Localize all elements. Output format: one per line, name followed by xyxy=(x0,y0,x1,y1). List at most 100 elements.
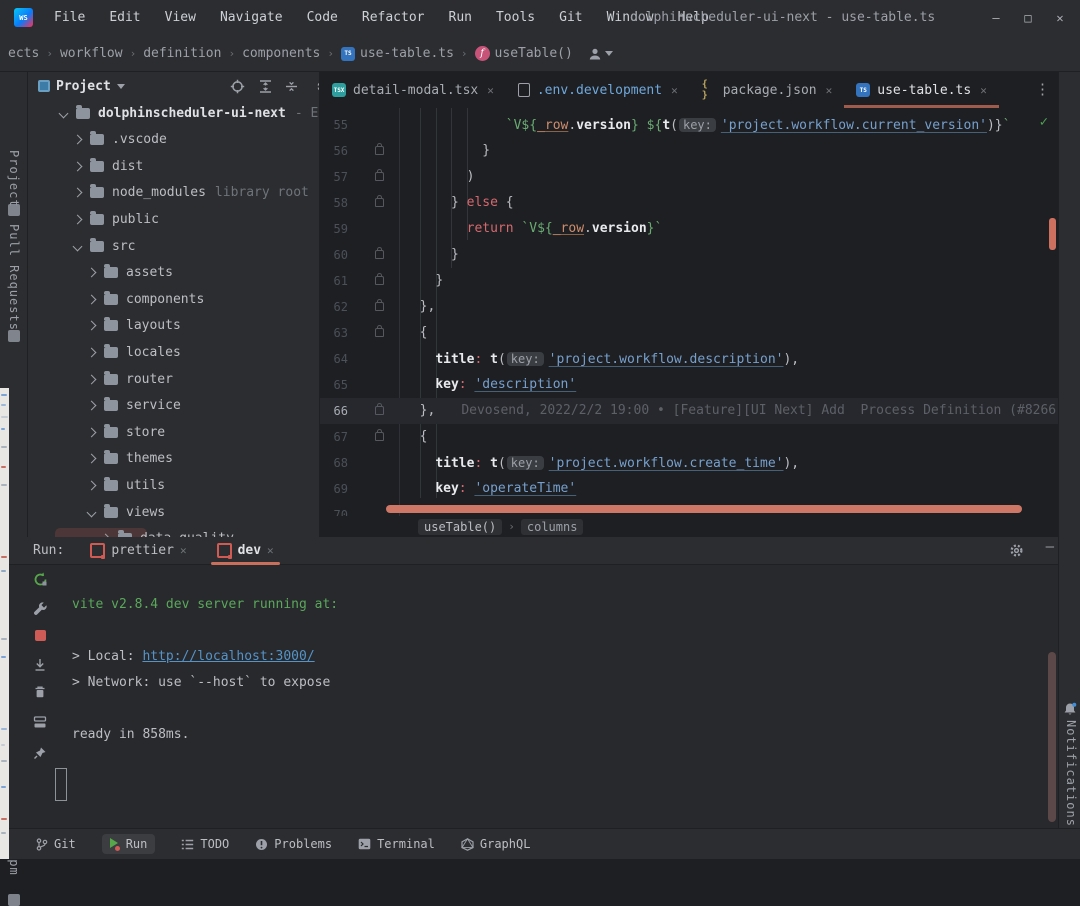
tree-item-data-quality[interactable]: data-quality xyxy=(28,526,319,537)
status-item-git[interactable]: Git xyxy=(36,837,76,851)
scroll-to-end-icon[interactable] xyxy=(31,656,49,674)
run-minimize-icon[interactable]: — xyxy=(1046,539,1054,555)
project-panel-title[interactable]: Project xyxy=(38,79,125,94)
menu-refactor[interactable]: Refactor xyxy=(350,0,437,36)
tree-item-themes[interactable]: themes xyxy=(28,446,319,472)
code-line-60[interactable]: 60 } xyxy=(320,242,1080,268)
code-line-59[interactable]: 59 return `V${_row.version}` xyxy=(320,216,1080,242)
code-viewport[interactable]: ✓ 55 `V${_row.version} ${t(key:'project.… xyxy=(320,108,1080,522)
tree-item-dist[interactable]: dist xyxy=(28,153,319,179)
status-item-todo[interactable]: TODO xyxy=(181,837,229,851)
close-tab-icon[interactable]: ✕ xyxy=(980,84,987,97)
webstorm-logo-icon[interactable]: WS xyxy=(14,8,33,27)
tree-item-assets[interactable]: assets xyxy=(28,260,319,286)
chevron-collapsed-icon[interactable] xyxy=(72,161,83,172)
console-scrollbar[interactable] xyxy=(1048,652,1056,822)
stripe-button-project[interactable]: Project xyxy=(7,150,21,208)
chevron-expanded-icon[interactable] xyxy=(86,507,97,517)
editor-tab--env-development[interactable]: .env.development ✕ xyxy=(506,72,690,108)
editor-tab-use-table-ts[interactable]: TS use-table.ts ✕ xyxy=(844,72,999,108)
breadcrumb-item[interactable]: ects xyxy=(8,46,39,61)
chevron-expanded-icon[interactable] xyxy=(58,108,69,118)
code-author-widget[interactable] xyxy=(588,47,613,61)
code-line-61[interactable]: 61 } xyxy=(320,268,1080,294)
tree-item-views[interactable]: views xyxy=(28,499,319,525)
tree-item-dolphinscheduler-ui-next[interactable]: dolphinscheduler-ui-next - E:\proje xyxy=(28,100,319,126)
code-line-63[interactable]: 63 { xyxy=(320,320,1080,346)
breadcrumb-item[interactable]: definition xyxy=(143,46,221,61)
status-item-terminal[interactable]: Terminal xyxy=(358,837,435,851)
code-line-55[interactable]: 55 `V${_row.version} ${t(key:'project.wo… xyxy=(320,112,1080,138)
run-tab-prettier[interactable]: prettier ✕ xyxy=(82,537,194,564)
tree-item-store[interactable]: store xyxy=(28,419,319,445)
code-line-56[interactable]: 56 } xyxy=(320,138,1080,164)
collapse-all-icon[interactable] xyxy=(284,79,300,95)
menu-navigate[interactable]: Navigate xyxy=(208,0,295,36)
wrench-settings-icon[interactable] xyxy=(31,599,49,617)
chevron-collapsed-icon[interactable] xyxy=(72,187,83,198)
editor-tab-detail-modal-tsx[interactable]: TSX detail-modal.tsx ✕ xyxy=(320,72,506,108)
tree-item-layouts[interactable]: layouts xyxy=(28,313,319,339)
pin-icon[interactable] xyxy=(31,744,49,762)
tree-item-components[interactable]: components xyxy=(28,286,319,312)
breadcrumb-file[interactable]: TS use-table.ts xyxy=(341,46,454,61)
stop-console-icon[interactable] xyxy=(31,626,49,644)
tree-item-service[interactable]: service xyxy=(28,393,319,419)
chevron-collapsed-icon[interactable] xyxy=(86,294,97,305)
chevron-expanded-icon[interactable] xyxy=(72,241,83,251)
tree-item-utils[interactable]: utils xyxy=(28,472,319,498)
tree-item-src[interactable]: src xyxy=(28,233,319,259)
breadcrumb-item[interactable]: workflow xyxy=(60,46,123,61)
run-settings-gear-icon[interactable] xyxy=(1009,543,1024,558)
close-tab-icon[interactable]: ✕ xyxy=(826,84,833,97)
clear-trash-icon[interactable] xyxy=(31,683,49,701)
locate-file-icon[interactable] xyxy=(230,79,246,95)
chevron-collapsed-icon[interactable] xyxy=(72,214,83,225)
code-line-68[interactable]: 68 title: t(key:'project.workflow.create… xyxy=(320,450,1080,476)
tree-item-locales[interactable]: locales xyxy=(28,339,319,365)
status-item-run[interactable]: Run xyxy=(101,834,156,854)
rerun-console-icon[interactable] xyxy=(31,570,49,588)
menu-edit[interactable]: Edit xyxy=(97,0,152,36)
chevron-collapsed-icon[interactable] xyxy=(86,427,97,438)
status-item-problems[interactable]: Problems xyxy=(255,837,332,851)
minimize-button[interactable]: – xyxy=(982,4,1010,32)
notifications-bell-icon[interactable] xyxy=(1063,702,1077,716)
localhost-link[interactable]: http://localhost:3000/ xyxy=(142,649,314,664)
editor-tab-package-json[interactable]: { } package.json ✕ xyxy=(690,72,845,108)
tree-item--vscode[interactable]: .vscode xyxy=(28,127,319,153)
tree-item-router[interactable]: router xyxy=(28,366,319,392)
code-line-58[interactable]: 58 } else { xyxy=(320,190,1080,216)
editor-breadcrumb-0[interactable]: useTable() xyxy=(418,518,503,535)
chevron-collapsed-icon[interactable] xyxy=(86,400,97,411)
chevron-collapsed-icon[interactable] xyxy=(72,134,83,145)
status-item-graphql[interactable]: GraphQL xyxy=(461,837,530,851)
stripe-button-notifications[interactable]: Notifications xyxy=(1064,720,1078,827)
close-button[interactable]: ✕ xyxy=(1046,4,1074,32)
breadcrumb-item[interactable]: components xyxy=(242,46,320,61)
close-tab-icon[interactable]: ✕ xyxy=(487,84,494,97)
menu-tools[interactable]: Tools xyxy=(484,0,547,36)
tab-options-icon[interactable]: ⋮ xyxy=(1035,80,1050,98)
close-tab-icon[interactable]: ✕ xyxy=(180,544,187,557)
code-line-67[interactable]: 67 { xyxy=(320,424,1080,450)
code-line-62[interactable]: 62 }, xyxy=(320,294,1080,320)
maximize-button[interactable]: □ xyxy=(1014,4,1042,32)
chevron-collapsed-icon[interactable] xyxy=(86,267,97,278)
code-line-65[interactable]: 65 key: 'description' xyxy=(320,372,1080,398)
code-line-66[interactable]: 66 }, Devosend, 2022/2/2 19:00 • [Feature… xyxy=(320,398,1080,424)
run-tab-dev[interactable]: dev ✕ xyxy=(209,537,282,565)
breadcrumb-symbol[interactable]: f useTable() xyxy=(474,46,573,61)
code-line-57[interactable]: 57 ) xyxy=(320,164,1080,190)
editor-breadcrumb-1[interactable]: columns xyxy=(520,518,584,535)
stripe-button-pull-requests[interactable]: Pull Requests xyxy=(7,224,21,331)
code-line-69[interactable]: 69 key: 'operateTime' xyxy=(320,476,1080,502)
chevron-collapsed-icon[interactable] xyxy=(86,320,97,331)
chevron-collapsed-icon[interactable] xyxy=(86,480,97,491)
chevron-collapsed-icon[interactable] xyxy=(86,453,97,464)
chevron-collapsed-icon[interactable] xyxy=(86,374,97,384)
tree-item-public[interactable]: public xyxy=(28,206,319,232)
close-tab-icon[interactable]: ✕ xyxy=(671,84,678,97)
menu-view[interactable]: View xyxy=(153,0,208,36)
menu-file[interactable]: File xyxy=(42,0,97,36)
